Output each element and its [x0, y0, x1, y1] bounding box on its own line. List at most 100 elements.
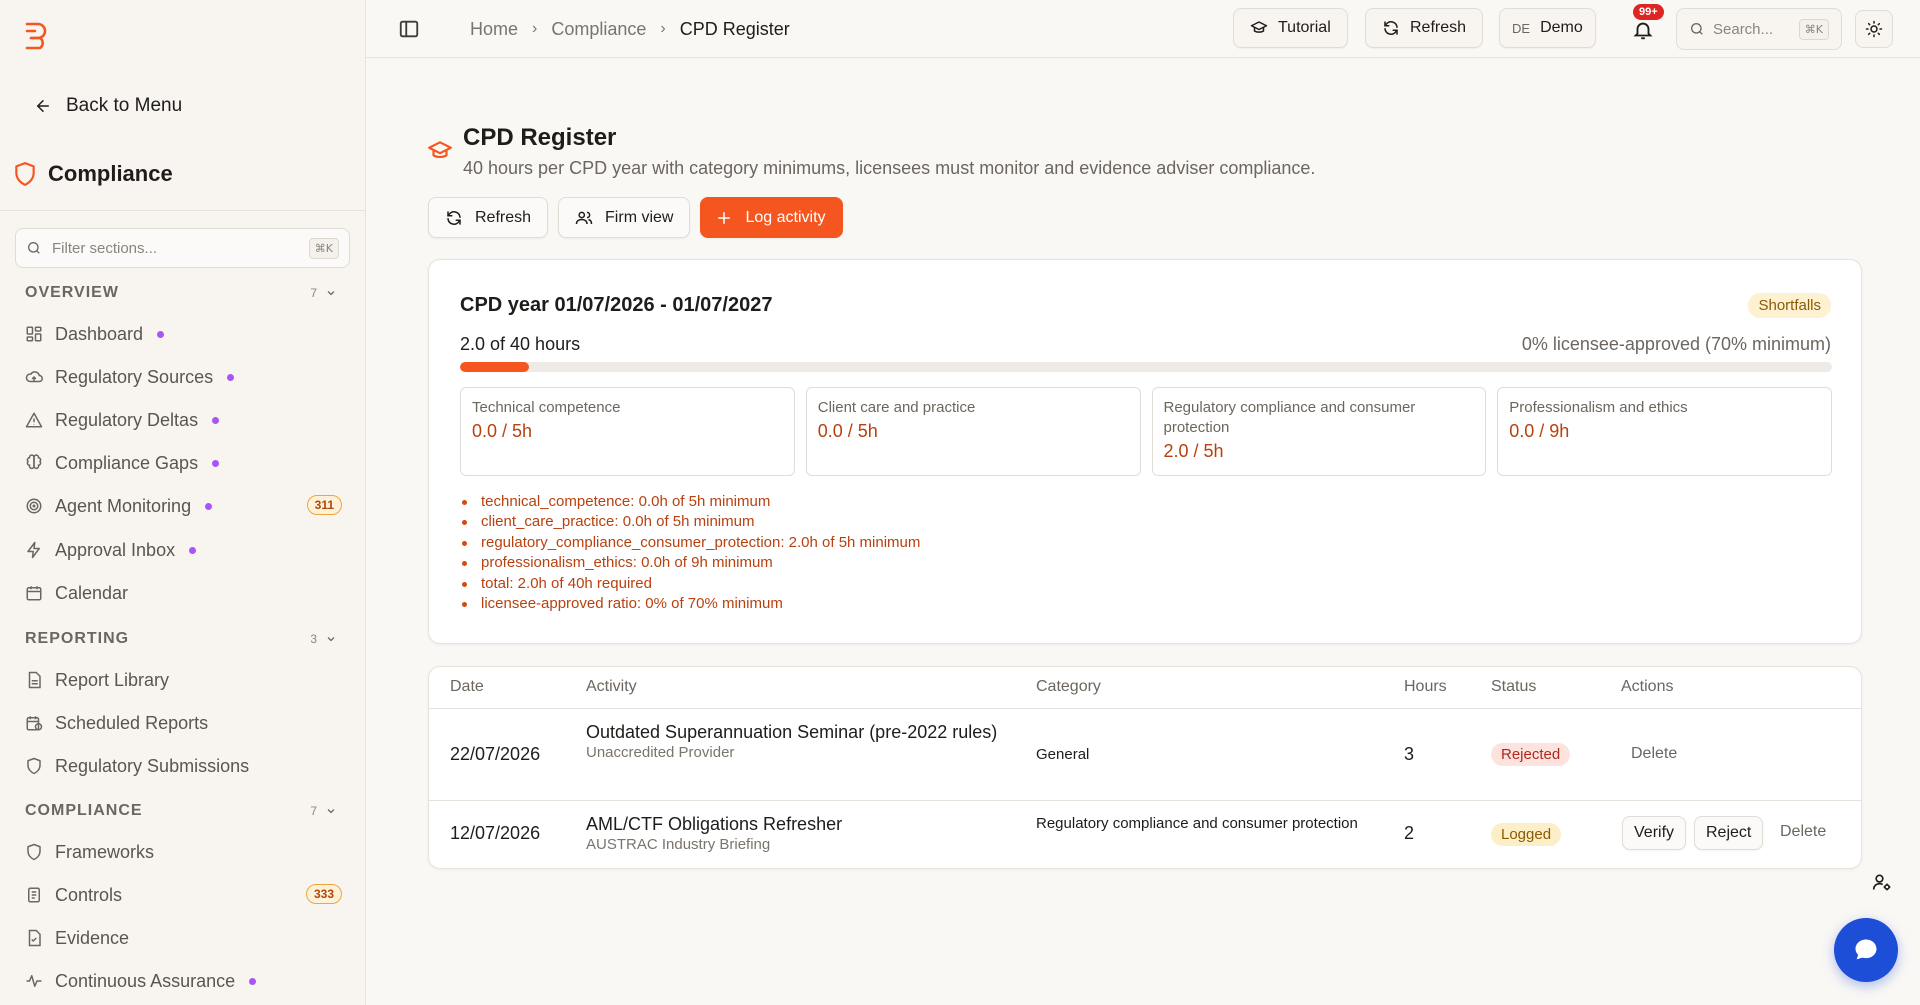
sidebar-item-continuous-assurance[interactable]: Continuous Assurance [25, 966, 345, 996]
user-menu-button[interactable]: DE Demo [1499, 8, 1596, 48]
sidebar-item-label: Dashboard [55, 323, 144, 344]
refresh-button-label: Refresh [475, 208, 532, 226]
sidebar-item-label: Regulatory Submissions [55, 755, 250, 776]
approved-ratio-label: 0% licensee-approved (70% minimum) [1521, 334, 1831, 354]
tutorial-button[interactable]: Tutorial [1233, 8, 1348, 48]
tutorial-label: Tutorial [1278, 19, 1331, 36]
sidebar-item-report-library[interactable]: Report Library [25, 665, 345, 695]
category-card: Regulatory compliance and consumer prote… [1151, 387, 1487, 476]
sidebar-item-controls[interactable]: Controls 333 [25, 880, 345, 910]
delete-button[interactable]: Delete [1780, 823, 1826, 841]
sidebar-item-label: Continuous Assurance [55, 970, 236, 991]
breadcrumb-compliance[interactable]: Compliance [551, 19, 646, 40]
cpd-activities-table: Date Activity Category Hours Status Acti… [428, 666, 1862, 869]
filter-sections-input[interactable] [52, 239, 299, 257]
sidebar-item-label: Regulatory Sources [55, 366, 214, 387]
status-dot [212, 459, 220, 467]
status-dot [227, 373, 235, 381]
refresh-label: Refresh [1410, 19, 1467, 36]
sidebar-divider [0, 210, 365, 211]
refresh-button[interactable]: Refresh [428, 197, 549, 238]
firm-view-button[interactable]: Firm view [558, 197, 691, 238]
delete-button[interactable]: Delete [1631, 745, 1677, 763]
back-to-menu-button[interactable]: Back to Menu [34, 92, 182, 120]
sidebar-toggle-icon[interactable] [398, 18, 420, 40]
shortfall-item: total: 2.0h of 40h required [460, 574, 920, 594]
cpd-year-title: CPD year 01/07/2026 - 01/07/2027 [460, 294, 773, 316]
chat-button[interactable] [1834, 918, 1898, 982]
page-actions: Refresh Firm view Log activity [428, 197, 843, 238]
status-badge: Shortfalls [1748, 293, 1831, 318]
count-badge: 311 [306, 495, 342, 515]
sidebar-item-label: Evidence [55, 927, 130, 948]
user-settings-icon[interactable] [1872, 872, 1892, 892]
cpd-summary-card: CPD year 01/07/2026 - 01/07/2027 Shortfa… [428, 259, 1862, 644]
chevron-down-icon [327, 637, 335, 642]
search-shortcut-hint: ⌘K [1798, 18, 1829, 40]
section-title: COMPLIANCE [25, 802, 143, 819]
sidebar-item-agent-monitoring[interactable]: Agent Monitoring 311 [25, 491, 345, 521]
category-name: Client care and practice [817, 399, 976, 416]
arrow-left-icon [34, 97, 52, 115]
breadcrumb-current: CPD Register [679, 18, 790, 39]
shortfall-item: professionalism_ethics: 0.0h of 9h minim… [460, 553, 920, 573]
sidebar-item-label: Frameworks [55, 841, 155, 862]
cloud-icon [25, 371, 43, 383]
shortfall-item: technical_competence: 0.0h of 5h minimum [460, 492, 920, 512]
pulse-icon [26, 975, 42, 987]
global-search-button[interactable]: Search... ⌘K [1676, 8, 1842, 50]
column-header-category: Category [1036, 678, 1101, 695]
cell-hours: 3 [1404, 744, 1415, 764]
sidebar-item-regulatory-submissions[interactable]: Regulatory Submissions [25, 751, 345, 781]
notification-badge: 99+ [1633, 4, 1664, 20]
cell-date: 22/07/2026 [450, 744, 541, 764]
sidebar-item-calendar[interactable]: Calendar [25, 578, 345, 608]
app-logo-icon[interactable] [22, 18, 54, 50]
category-grid: Technical competence 0.0 / 5h Client car… [460, 387, 1832, 476]
theme-toggle-button[interactable] [1855, 10, 1893, 48]
reject-button[interactable]: Reject [1694, 816, 1764, 850]
sidebar: Back to Menu Compliance ⌘K OVERVIEW 7 Da… [0, 0, 366, 1005]
chat-bubble-icon [1855, 939, 1877, 960]
sidebar-item-approval-inbox[interactable]: Approval Inbox [25, 535, 345, 565]
sidebar-item-compliance-gaps[interactable]: Compliance Gaps [25, 448, 345, 478]
filter-sections-field[interactable]: ⌘K [15, 228, 350, 268]
refresh-icon [447, 210, 461, 225]
status-dot [157, 330, 165, 338]
section-header-compliance[interactable]: COMPLIANCE 7 [25, 799, 337, 823]
sidebar-item-regulatory-sources[interactable]: Regulatory Sources [25, 362, 345, 392]
dashboard-icon [26, 326, 42, 342]
shortfall-list: technical_competence: 0.0h of 5h minimum… [460, 492, 920, 614]
shortfall-item: licensee-approved ratio: 0% of 70% minim… [460, 594, 920, 614]
table-row: 12/07/2026 AML/CTF Obligations Refresher… [429, 801, 1861, 868]
module-header: Compliance [12, 161, 173, 187]
sidebar-item-regulatory-deltas[interactable]: Regulatory Deltas [25, 405, 345, 435]
calendar-clock-icon [26, 716, 43, 731]
cell-category: General [1036, 746, 1090, 763]
log-activity-button[interactable]: Log activity [700, 197, 843, 238]
plus-icon [718, 211, 731, 224]
verify-button[interactable]: Verify [1622, 816, 1687, 850]
sidebar-item-frameworks[interactable]: Frameworks [25, 837, 345, 867]
shield-icon [12, 161, 38, 187]
brain-icon [26, 454, 42, 470]
warning-icon [25, 412, 43, 428]
sidebar-item-evidence[interactable]: Evidence [25, 923, 345, 953]
refresh-top-button[interactable]: Refresh [1365, 8, 1484, 48]
cell-category: Regulatory compliance and consumer prote… [1036, 815, 1358, 832]
breadcrumb-home[interactable]: Home [470, 19, 518, 40]
column-header-activity: Activity [586, 678, 637, 695]
cell-hours: 2 [1404, 823, 1415, 843]
graduation-cap-icon [427, 138, 453, 164]
category-value: 0.0 / 5h [817, 421, 878, 441]
category-card: Professionalism and ethics 0.0 / 9h [1497, 387, 1832, 476]
sidebar-item-scheduled-reports[interactable]: Scheduled Reports [25, 708, 345, 738]
section-header-overview[interactable]: OVERVIEW 7 [25, 281, 337, 305]
status-dot [189, 546, 197, 554]
section-title: OVERVIEW [25, 284, 119, 301]
sidebar-item-dashboard[interactable]: Dashboard [25, 319, 345, 349]
section-header-reporting[interactable]: REPORTING 3 [25, 627, 337, 651]
hours-progress-label: 2.0 of 40 hours [460, 334, 581, 354]
chevron-down-icon [327, 291, 335, 296]
refresh-icon [1384, 21, 1398, 35]
